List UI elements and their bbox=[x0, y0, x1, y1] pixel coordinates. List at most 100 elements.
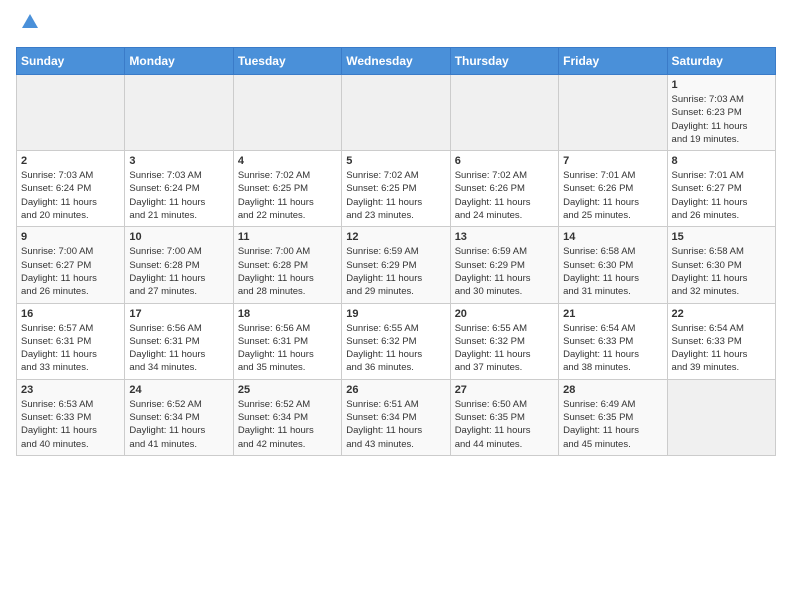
day-number: 16 bbox=[21, 308, 120, 320]
calendar-cell: 13 Sunrise: 6:59 AM Sunset: 6:29 PM Dayli… bbox=[450, 227, 558, 303]
day-info: Sunrise: 7:02 AM Sunset: 6:25 PM Dayligh… bbox=[346, 169, 445, 222]
day-number: 1 bbox=[672, 79, 771, 91]
day-info: Sunrise: 7:00 AM Sunset: 6:27 PM Dayligh… bbox=[21, 245, 120, 298]
weekday-header-row: SundayMondayTuesdayWednesdayThursdayFrid… bbox=[17, 48, 776, 75]
day-info: Sunrise: 6:55 AM Sunset: 6:32 PM Dayligh… bbox=[455, 322, 554, 375]
weekday-wednesday: Wednesday bbox=[342, 48, 450, 75]
calendar-cell: 6 Sunrise: 7:02 AM Sunset: 6:26 PM Daylig… bbox=[450, 151, 558, 227]
day-info: Sunrise: 6:53 AM Sunset: 6:33 PM Dayligh… bbox=[21, 398, 120, 451]
calendar-cell bbox=[125, 75, 233, 151]
calendar-cell: 16 Sunrise: 6:57 AM Sunset: 6:31 PM Dayli… bbox=[17, 303, 125, 379]
calendar-cell: 21 Sunrise: 6:54 AM Sunset: 6:33 PM Dayli… bbox=[559, 303, 667, 379]
day-info: Sunrise: 6:49 AM Sunset: 6:35 PM Dayligh… bbox=[563, 398, 662, 451]
day-info: Sunrise: 7:02 AM Sunset: 6:26 PM Dayligh… bbox=[455, 169, 554, 222]
calendar-cell bbox=[559, 75, 667, 151]
day-number: 24 bbox=[129, 384, 228, 396]
weekday-friday: Friday bbox=[559, 48, 667, 75]
day-number: 17 bbox=[129, 308, 228, 320]
day-number: 18 bbox=[238, 308, 337, 320]
calendar-cell bbox=[17, 75, 125, 151]
calendar-cell: 26 Sunrise: 6:51 AM Sunset: 6:34 PM Dayli… bbox=[342, 379, 450, 455]
calendar-cell: 25 Sunrise: 6:52 AM Sunset: 6:34 PM Dayli… bbox=[233, 379, 341, 455]
weekday-sunday: Sunday bbox=[17, 48, 125, 75]
day-number: 11 bbox=[238, 231, 337, 243]
day-info: Sunrise: 7:00 AM Sunset: 6:28 PM Dayligh… bbox=[238, 245, 337, 298]
calendar-table: SundayMondayTuesdayWednesdayThursdayFrid… bbox=[16, 47, 776, 456]
calendar-cell: 11 Sunrise: 7:00 AM Sunset: 6:28 PM Dayli… bbox=[233, 227, 341, 303]
week-row-3: 9 Sunrise: 7:00 AM Sunset: 6:27 PM Daylig… bbox=[17, 227, 776, 303]
day-info: Sunrise: 6:55 AM Sunset: 6:32 PM Dayligh… bbox=[346, 322, 445, 375]
calendar-cell: 1 Sunrise: 7:03 AM Sunset: 6:23 PM Daylig… bbox=[667, 75, 775, 151]
weekday-tuesday: Tuesday bbox=[233, 48, 341, 75]
day-number: 26 bbox=[346, 384, 445, 396]
calendar-cell: 28 Sunrise: 6:49 AM Sunset: 6:35 PM Dayli… bbox=[559, 379, 667, 455]
day-info: Sunrise: 7:03 AM Sunset: 6:24 PM Dayligh… bbox=[129, 169, 228, 222]
weekday-monday: Monday bbox=[125, 48, 233, 75]
day-info: Sunrise: 6:50 AM Sunset: 6:35 PM Dayligh… bbox=[455, 398, 554, 451]
calendar-cell: 2 Sunrise: 7:03 AM Sunset: 6:24 PM Daylig… bbox=[17, 151, 125, 227]
day-number: 22 bbox=[672, 308, 771, 320]
calendar-cell: 4 Sunrise: 7:02 AM Sunset: 6:25 PM Daylig… bbox=[233, 151, 341, 227]
day-info: Sunrise: 6:59 AM Sunset: 6:29 PM Dayligh… bbox=[455, 245, 554, 298]
day-info: Sunrise: 6:54 AM Sunset: 6:33 PM Dayligh… bbox=[563, 322, 662, 375]
day-number: 7 bbox=[563, 155, 662, 167]
day-info: Sunrise: 6:52 AM Sunset: 6:34 PM Dayligh… bbox=[129, 398, 228, 451]
calendar-cell: 24 Sunrise: 6:52 AM Sunset: 6:34 PM Dayli… bbox=[125, 379, 233, 455]
calendar-cell bbox=[233, 75, 341, 151]
day-number: 14 bbox=[563, 231, 662, 243]
calendar-cell: 18 Sunrise: 6:56 AM Sunset: 6:31 PM Dayli… bbox=[233, 303, 341, 379]
day-number: 6 bbox=[455, 155, 554, 167]
calendar-cell bbox=[450, 75, 558, 151]
logo-icon bbox=[18, 10, 42, 34]
calendar-cell: 3 Sunrise: 7:03 AM Sunset: 6:24 PM Daylig… bbox=[125, 151, 233, 227]
day-number: 2 bbox=[21, 155, 120, 167]
day-info: Sunrise: 6:59 AM Sunset: 6:29 PM Dayligh… bbox=[346, 245, 445, 298]
calendar-cell: 9 Sunrise: 7:00 AM Sunset: 6:27 PM Daylig… bbox=[17, 227, 125, 303]
day-info: Sunrise: 6:51 AM Sunset: 6:34 PM Dayligh… bbox=[346, 398, 445, 451]
logo bbox=[16, 16, 42, 37]
day-number: 20 bbox=[455, 308, 554, 320]
week-row-1: 1 Sunrise: 7:03 AM Sunset: 6:23 PM Daylig… bbox=[17, 75, 776, 151]
day-number: 8 bbox=[672, 155, 771, 167]
day-number: 28 bbox=[563, 384, 662, 396]
calendar-cell: 14 Sunrise: 6:58 AM Sunset: 6:30 PM Dayli… bbox=[559, 227, 667, 303]
day-info: Sunrise: 7:03 AM Sunset: 6:23 PM Dayligh… bbox=[672, 93, 771, 146]
calendar-cell: 17Sunrise: 6:56 AM Sunset: 6:31 PM Dayli… bbox=[125, 303, 233, 379]
day-number: 3 bbox=[129, 155, 228, 167]
day-number: 9 bbox=[21, 231, 120, 243]
day-info: Sunrise: 6:57 AM Sunset: 6:31 PM Dayligh… bbox=[21, 322, 120, 375]
day-number: 12 bbox=[346, 231, 445, 243]
day-info: Sunrise: 6:56 AM Sunset: 6:31 PM Dayligh… bbox=[238, 322, 337, 375]
week-row-5: 23Sunrise: 6:53 AM Sunset: 6:33 PM Dayli… bbox=[17, 379, 776, 455]
calendar-cell bbox=[342, 75, 450, 151]
week-row-2: 2 Sunrise: 7:03 AM Sunset: 6:24 PM Daylig… bbox=[17, 151, 776, 227]
calendar-cell: 12 Sunrise: 6:59 AM Sunset: 6:29 PM Dayli… bbox=[342, 227, 450, 303]
calendar-cell: 19 Sunrise: 6:55 AM Sunset: 6:32 PM Dayli… bbox=[342, 303, 450, 379]
day-info: Sunrise: 6:58 AM Sunset: 6:30 PM Dayligh… bbox=[563, 245, 662, 298]
calendar-cell: 23Sunrise: 6:53 AM Sunset: 6:33 PM Dayli… bbox=[17, 379, 125, 455]
calendar-cell: 7 Sunrise: 7:01 AM Sunset: 6:26 PM Daylig… bbox=[559, 151, 667, 227]
week-row-4: 16 Sunrise: 6:57 AM Sunset: 6:31 PM Dayli… bbox=[17, 303, 776, 379]
day-number: 4 bbox=[238, 155, 337, 167]
calendar-cell: 8 Sunrise: 7:01 AM Sunset: 6:27 PM Daylig… bbox=[667, 151, 775, 227]
day-info: Sunrise: 7:01 AM Sunset: 6:27 PM Dayligh… bbox=[672, 169, 771, 222]
day-number: 21 bbox=[563, 308, 662, 320]
day-info: Sunrise: 7:03 AM Sunset: 6:24 PM Dayligh… bbox=[21, 169, 120, 222]
day-info: Sunrise: 7:02 AM Sunset: 6:25 PM Dayligh… bbox=[238, 169, 337, 222]
day-number: 13 bbox=[455, 231, 554, 243]
page-header bbox=[16, 16, 776, 37]
day-info: Sunrise: 6:54 AM Sunset: 6:33 PM Dayligh… bbox=[672, 322, 771, 375]
day-info: Sunrise: 7:01 AM Sunset: 6:26 PM Dayligh… bbox=[563, 169, 662, 222]
day-number: 15 bbox=[672, 231, 771, 243]
weekday-thursday: Thursday bbox=[450, 48, 558, 75]
day-number: 25 bbox=[238, 384, 337, 396]
calendar-cell: 22 Sunrise: 6:54 AM Sunset: 6:33 PM Dayli… bbox=[667, 303, 775, 379]
day-number: 5 bbox=[346, 155, 445, 167]
weekday-saturday: Saturday bbox=[667, 48, 775, 75]
day-number: 10 bbox=[129, 231, 228, 243]
day-number: 19 bbox=[346, 308, 445, 320]
day-number: 27 bbox=[455, 384, 554, 396]
day-info: Sunrise: 6:52 AM Sunset: 6:34 PM Dayligh… bbox=[238, 398, 337, 451]
calendar-cell: 20 Sunrise: 6:55 AM Sunset: 6:32 PM Dayli… bbox=[450, 303, 558, 379]
day-info: Sunrise: 7:00 AM Sunset: 6:28 PM Dayligh… bbox=[129, 245, 228, 298]
